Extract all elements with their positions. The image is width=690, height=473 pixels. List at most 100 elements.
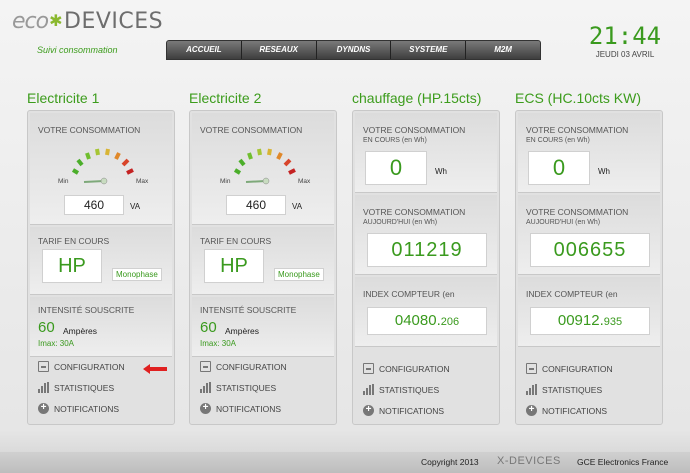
gauge-min-label: Min <box>58 178 69 185</box>
stats-icon <box>363 384 374 395</box>
consumption-unit: VA <box>130 202 141 211</box>
intensity-section: INTENSITÉ SOUSCRITE 60 Ampères Imax: 30A <box>30 297 172 357</box>
index-decimal: 206 <box>440 316 460 328</box>
nav-accueil[interactable]: ACCUEIL <box>167 41 242 59</box>
config-label: CONFIGURATION <box>54 361 125 372</box>
notif-link[interactable]: + NOTIFICATIONS <box>200 403 281 414</box>
stats-link[interactable]: STATISTIQUES <box>38 382 114 393</box>
notif-label: NOTIFICATIONS <box>54 403 120 414</box>
plus-icon: + <box>38 403 49 414</box>
intensity-label: INTENSITÉ SOUSCRITE <box>38 305 135 315</box>
config-icon <box>38 361 49 372</box>
config-link[interactable]: CONFIGURATION <box>363 363 450 374</box>
index-value: 04080.206 <box>367 307 487 335</box>
consumption-section: VOTRE CONSOMMATION Min Max 460 VA <box>30 113 172 225</box>
tarif-value: HP <box>42 249 102 283</box>
gauge-icon: Min Max <box>58 148 149 185</box>
config-link[interactable]: CONFIGURATION <box>38 361 125 372</box>
consumption-label: VOTRE CONSOMMATION <box>38 125 141 135</box>
current-consumption-section: VOTRE CONSOMMATION EN COURS (en Wh) 0 Wh <box>355 113 497 193</box>
panel-title-electricite-2: Electricite 2 <box>189 90 262 106</box>
stats-label: STATISTIQUES <box>54 382 115 393</box>
consumption-label: VOTRE CONSOMMATION <box>200 125 303 135</box>
today-label: VOTRE CONSOMMATION <box>526 207 629 217</box>
current-consumption-section: VOTRE CONSOMMATION EN COURS (en Wh) 0 Wh <box>518 113 660 193</box>
current-consumption-unit: Wh <box>598 167 610 176</box>
current-consumption-value: 0 <box>365 151 427 185</box>
intensity-label: INTENSITÉ SOUSCRITE <box>200 305 297 315</box>
consumption-value: 460 <box>64 195 124 215</box>
notif-label: NOTIFICATIONS <box>379 405 445 416</box>
logo-eco-text: eco <box>12 9 49 34</box>
config-link[interactable]: CONFIGURATION <box>526 363 613 374</box>
intensity-section: INTENSITÉ SOUSCRITE 60 Ampères Imax: 30A <box>192 297 334 357</box>
current-consumption-value: 0 <box>528 151 590 185</box>
panel-title-ecs: ECS (HC.10cts KW) <box>515 90 642 106</box>
stats-link[interactable]: STATISTIQUES <box>363 384 439 395</box>
phase-badge: Monophase <box>112 268 162 281</box>
nav-reseaux[interactable]: RESEAUX <box>241 41 317 59</box>
footer: Copyright 2013 X-DEVICES GCE Electronics… <box>0 452 690 473</box>
consumption-value: 460 <box>226 195 286 215</box>
clock-date: JEUDI 03 AVRIL <box>595 50 655 59</box>
panel-ecs: VOTRE CONSOMMATION EN COURS (en Wh) 0 Wh… <box>515 110 663 425</box>
config-icon <box>363 363 374 374</box>
intensity-value: 60 <box>200 319 217 336</box>
notif-link[interactable]: + NOTIFICATIONS <box>38 403 119 414</box>
gauge-max-label: Max <box>136 178 149 185</box>
plus-icon: + <box>363 405 374 416</box>
config-link[interactable]: CONFIGURATION <box>200 361 287 372</box>
nav-systeme[interactable]: SYSTEME <box>391 41 467 59</box>
today-consumption-value: 011219 <box>367 233 487 267</box>
clock-time: 21:44 <box>588 22 662 50</box>
tagline: Suivi consommation <box>37 45 118 55</box>
index-main: 00912. <box>557 312 604 329</box>
red-arrow-icon <box>143 364 167 374</box>
intensity-unit: Ampères <box>225 326 260 336</box>
today-consumption-section: VOTRE CONSOMMATION AUJOURD'HUI (en Wh) 0… <box>518 195 660 275</box>
notif-link[interactable]: + NOTIFICATIONS <box>363 405 444 416</box>
consumption-label: VOTRE CONSOMMATION <box>363 125 466 135</box>
notif-label: NOTIFICATIONS <box>542 405 608 416</box>
footer-brand: X-DEVICES <box>497 455 561 467</box>
index-value: 00912.935 <box>530 307 650 335</box>
consumption-sublabel: EN COURS (en Wh) <box>363 137 427 144</box>
index-section: INDEX COMPTEUR (en 00912.935 <box>518 277 660 347</box>
config-icon <box>200 361 211 372</box>
tarif-section: TARIF EN COURS HP Monophase <box>30 227 172 295</box>
index-section: INDEX COMPTEUR (en 04080.206 <box>355 277 497 347</box>
consumption-sublabel: EN COURS (en Wh) <box>526 137 590 144</box>
imax-value: Imax: 30A <box>200 339 237 348</box>
gauge-icon: Min Max <box>220 148 311 185</box>
stats-icon <box>38 382 49 393</box>
plus-icon: + <box>200 403 211 414</box>
index-label: INDEX COMPTEUR (en <box>363 289 455 299</box>
config-label: CONFIGURATION <box>216 361 287 372</box>
today-sublabel: AUJOURD'HUI (en Wh) <box>363 219 438 226</box>
config-label: CONFIGURATION <box>379 363 450 374</box>
plus-icon: + <box>526 405 537 416</box>
intensity-unit: Ampères <box>63 326 98 336</box>
logo-devices-text: DEVICES <box>64 9 164 34</box>
panel-electricite-2: VOTRE CONSOMMATION Min Max 460 VA TARIF … <box>189 110 337 425</box>
index-label: INDEX COMPTEUR (en <box>526 289 618 299</box>
logo-star-icon: ✱ <box>49 11 63 30</box>
intensity-value: 60 <box>38 319 55 336</box>
config-icon <box>526 363 537 374</box>
current-consumption-unit: Wh <box>435 167 447 176</box>
notif-link[interactable]: + NOTIFICATIONS <box>526 405 607 416</box>
footer-copyright: Copyright 2013 <box>421 457 479 467</box>
nav-dyndns[interactable]: DYNDNS <box>316 41 392 59</box>
tarif-section: TARIF EN COURS HP Monophase <box>192 227 334 295</box>
config-label: CONFIGURATION <box>542 363 613 374</box>
nav-m2m[interactable]: M2M <box>466 41 540 59</box>
imax-value: Imax: 30A <box>38 339 75 348</box>
gauge-min-label: Min <box>220 178 231 185</box>
stats-link[interactable]: STATISTIQUES <box>200 382 276 393</box>
stats-link[interactable]: STATISTIQUES <box>526 384 602 395</box>
gauge-max-label: Max <box>298 178 311 185</box>
panel-chauffage: VOTRE CONSOMMATION EN COURS (en Wh) 0 Wh… <box>352 110 500 425</box>
panel-electricite-1: VOTRE CONSOMMATION Min Max 460 VA TARIF … <box>27 110 175 425</box>
index-main: 04080. <box>394 312 441 329</box>
stats-icon <box>200 382 211 393</box>
